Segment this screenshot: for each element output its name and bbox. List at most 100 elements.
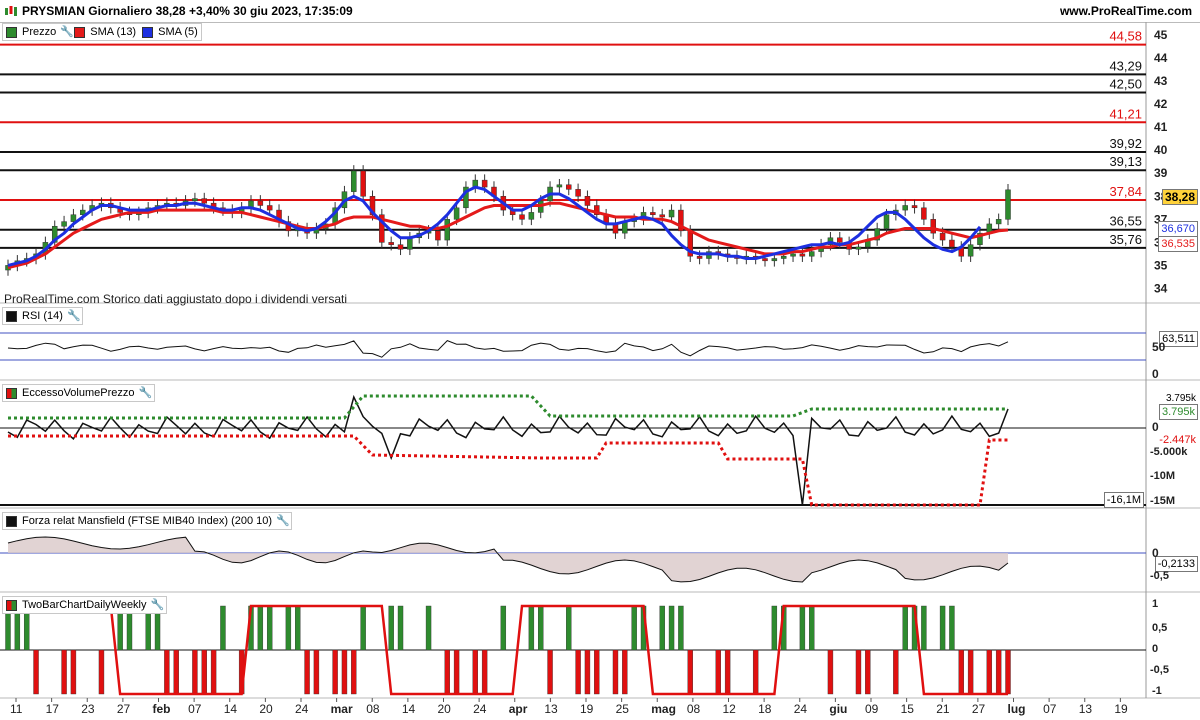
rsi-line <box>7 340 1009 358</box>
volume-tick-5000k: -5.000k <box>1150 446 1188 458</box>
x-axis-label: 17 <box>46 702 60 716</box>
level-label: 35,76 <box>1109 232 1142 247</box>
candle-body <box>995 219 1002 225</box>
price-note: ProRealTime.com Storico dati aggiustato … <box>4 292 348 306</box>
twobar-tick-05: 0,5 <box>1152 622 1168 634</box>
twobar-bar <box>98 649 105 695</box>
price-tick-label: 41 <box>1154 120 1168 134</box>
twobar-bar <box>939 605 946 651</box>
mansfield-legend[interactable]: Forza relat Mansfield (FTSE MIB40 Index)… <box>2 512 293 530</box>
level-label: 44,58 <box>1109 29 1142 44</box>
candle-body <box>70 214 77 222</box>
twobar-bar <box>360 605 366 651</box>
wrench-icon[interactable]: 🔧 <box>276 515 290 527</box>
twobar-bar <box>295 605 301 651</box>
twobar-bar <box>622 649 628 695</box>
candle-body <box>911 205 918 209</box>
twobar-label: TwoBarChartDailyWeekly <box>22 599 147 611</box>
candle-body <box>837 237 843 243</box>
twobar-bar <box>921 605 927 651</box>
twobar-bar <box>341 649 348 695</box>
wrench-icon[interactable]: 🔧 <box>60 26 74 38</box>
twobar-bar <box>668 605 675 651</box>
candle-body <box>855 246 862 250</box>
candle-body <box>762 258 768 262</box>
candle-body <box>444 219 451 241</box>
candle-body <box>883 214 890 229</box>
candle-body <box>519 214 525 220</box>
x-axis-label: 25 <box>616 702 630 716</box>
candle-body <box>921 207 927 220</box>
x-axis-label: lug <box>1008 702 1026 716</box>
candle-body <box>780 255 787 259</box>
price-legend[interactable]: Prezzo 🔧 SMA (13) SMA (5) <box>2 23 202 41</box>
twobar-bar <box>687 649 693 695</box>
candle-body <box>902 205 908 211</box>
wrench-icon[interactable]: 🔧 <box>139 387 153 399</box>
volume-legend[interactable]: EccessoVolumePrezzo 🔧 <box>2 384 155 402</box>
x-axis-label: 09 <box>865 702 879 716</box>
candle-body <box>939 232 946 241</box>
price-tick-label: 40 <box>1154 143 1168 157</box>
twobar-bar <box>855 649 862 695</box>
twobar-bar <box>612 649 619 695</box>
twobar-bar <box>538 605 544 651</box>
twobar-bar <box>164 649 170 695</box>
twobar-bar <box>827 649 834 695</box>
price-swatch <box>6 26 17 38</box>
candle-body <box>668 209 675 218</box>
twobar-bar <box>201 649 207 695</box>
legend-price: Prezzo <box>22 26 57 38</box>
x-axis-label: 27 <box>972 702 986 716</box>
volume-line <box>7 394 1009 506</box>
price-tick-label: 34 <box>1154 281 1168 295</box>
twobar-tick-0: 0 <box>1152 643 1159 655</box>
legend-sma13: SMA (13) <box>90 26 137 38</box>
candle-body <box>808 251 815 257</box>
candle-body <box>771 258 778 262</box>
twobar-bar <box>444 649 450 695</box>
twobar-bar <box>61 649 67 695</box>
volume-value-2: 3.795k <box>1158 404 1198 420</box>
x-axis-label: 13 <box>1079 702 1093 716</box>
price-tick-label: 39 <box>1154 166 1168 180</box>
twobar-bar <box>771 605 778 651</box>
candle-body <box>949 239 955 248</box>
x-axis-label: 20 <box>438 702 452 716</box>
candle-body <box>388 242 394 245</box>
x-axis-label: 08 <box>366 702 380 716</box>
x-axis-label: 24 <box>794 702 808 716</box>
rsi-tick-50: 50 <box>1152 340 1166 354</box>
chart-window: PRYSMIAN Giornaliero 38,28 +3,40% 30 giu… <box>0 0 1200 720</box>
x-axis-label: mar <box>331 702 353 716</box>
candle-body <box>266 205 273 211</box>
candle-body <box>453 207 460 220</box>
rsi-legend[interactable]: RSI (14) 🔧 <box>2 307 83 325</box>
x-axis-label: 07 <box>188 702 202 716</box>
twobar-bar <box>958 649 964 695</box>
candle-body <box>257 200 264 206</box>
candle-body <box>659 214 665 218</box>
candle-body <box>799 253 806 257</box>
price-tick-label: 44 <box>1154 51 1168 65</box>
x-axis-label: feb <box>153 702 171 716</box>
x-axis-label: apr <box>509 702 528 716</box>
twobar-tick-1: 1 <box>1152 598 1159 610</box>
twobar-bar <box>285 605 292 651</box>
wrench-icon[interactable]: 🔧 <box>151 599 165 611</box>
twobar-bar <box>967 649 974 695</box>
candle-body <box>351 170 357 192</box>
x-axis-label: 13 <box>544 702 558 716</box>
level-label: 43,29 <box>1109 58 1142 73</box>
twobar-legend[interactable]: TwoBarChartDailyWeekly 🔧 <box>2 596 167 614</box>
candle-body <box>575 189 581 197</box>
level-label: 41,21 <box>1109 106 1142 121</box>
x-axis-label: 27 <box>117 702 131 716</box>
candle-body <box>435 230 441 241</box>
twobar-swatch <box>6 599 17 611</box>
chart-canvas[interactable]: 34353637383940414243444544,5843,2942,504… <box>0 0 1200 720</box>
candle-body <box>1005 189 1011 220</box>
candle-body <box>790 253 796 257</box>
wrench-icon[interactable]: 🔧 <box>67 310 81 322</box>
twobar-tick-n05: -0,5 <box>1150 664 1169 676</box>
